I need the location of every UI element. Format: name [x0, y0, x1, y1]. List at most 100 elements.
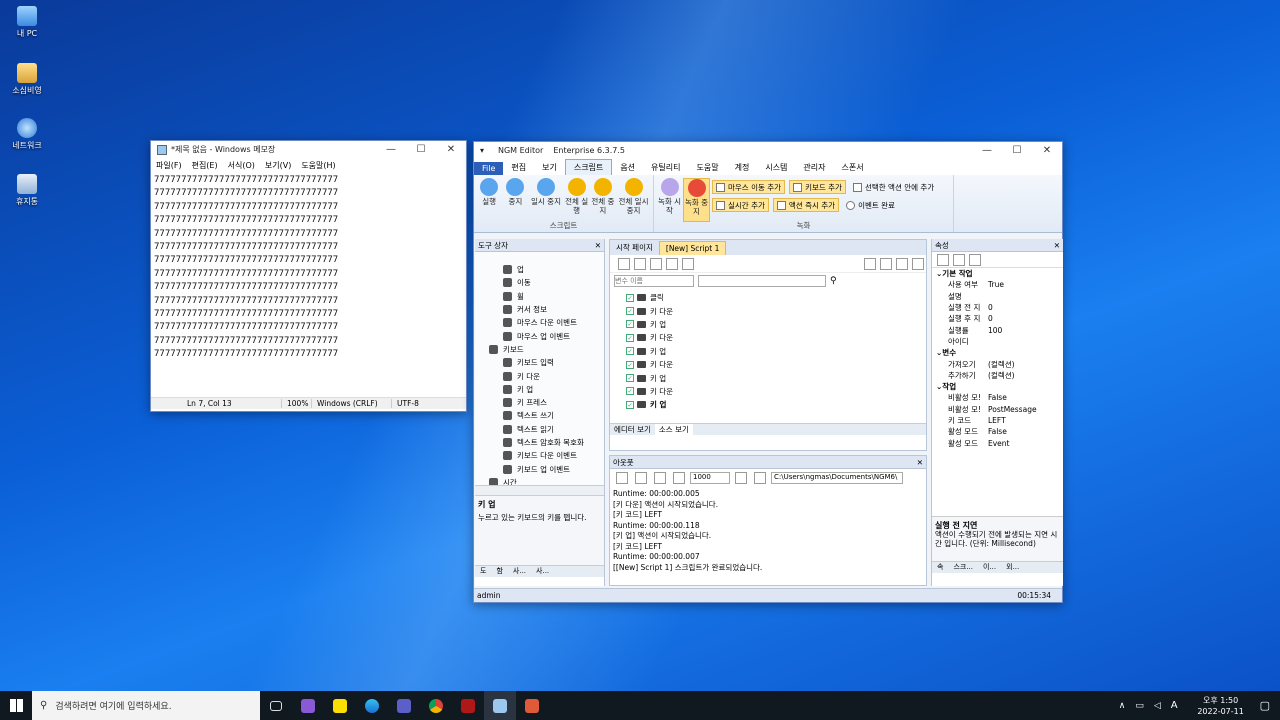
property-row[interactable]: 가져오기 (컬렉션) [932, 358, 1063, 369]
log-path-field[interactable]: C:\Users\ngmas\Documents\NGM6\ [771, 472, 903, 484]
property-row[interactable]: 실행 전 지 0 [932, 302, 1063, 313]
property-row[interactable]: 사용 여부 True [932, 279, 1063, 290]
add-in-selected-chip[interactable]: 선택한 액션 안에 추가 [850, 180, 937, 194]
search-icon[interactable]: ⚲ [830, 276, 837, 286]
taskbar-chrome[interactable] [420, 691, 452, 720]
menu-help[interactable]: 도움말(H) [296, 160, 340, 171]
step-icon[interactable] [666, 257, 678, 270]
taskbar-app[interactable] [516, 691, 548, 720]
stop-all-button[interactable]: 전체 중지 [590, 178, 616, 222]
bottom-tab[interactable]: 사... [508, 566, 531, 577]
taskbar-visual-studio[interactable] [292, 691, 324, 720]
variable-value-input[interactable] [698, 275, 826, 287]
task-view-button[interactable] [260, 691, 292, 720]
action-row[interactable]: ✓ 클릭 [626, 291, 926, 304]
toolbox-item[interactable]: 키보드 다운 이벤트 [503, 449, 604, 462]
tab-script[interactable]: 스크립트 [564, 159, 613, 175]
delete-icon[interactable] [880, 257, 892, 270]
taskbar-clock[interactable]: 오후 1:50 2022-07-11 [1192, 695, 1250, 717]
property-category[interactable]: ⌄ 작업 [932, 381, 1063, 392]
tab-start-page[interactable]: 시작 페이지 [610, 240, 659, 255]
bottom-tab[interactable]: 이... [978, 562, 1001, 573]
menu-format[interactable]: 서식(O) [223, 160, 260, 171]
tab-source-view[interactable]: 소스 보기 [654, 424, 693, 435]
sort-alpha-icon[interactable] [953, 253, 965, 266]
tray-ime-indicator[interactable]: A [1171, 700, 1178, 711]
variable-name-select[interactable] [614, 275, 694, 287]
tab-file[interactable]: File [474, 162, 504, 175]
property-row[interactable]: 아이디 [932, 336, 1063, 347]
event-complete-chip[interactable]: 이벤트 완료 [843, 198, 898, 212]
tab-view[interactable]: 보기 [534, 160, 565, 175]
property-category[interactable]: ⌄ 변수 [932, 347, 1063, 358]
action-checkbox[interactable]: ✓ [626, 400, 634, 409]
bottom-tab[interactable]: 외... [1001, 562, 1024, 573]
menu-view[interactable]: 보기(V) [260, 160, 296, 171]
close-button[interactable]: ✕ [436, 141, 466, 158]
run-button[interactable]: 실행 [476, 178, 502, 222]
property-row[interactable]: 키 코드 LEFT [932, 415, 1063, 426]
add-action-now-chip[interactable]: 액션 즉시 추가 [772, 198, 840, 212]
add-mouse-move-chip[interactable]: 마우스 이동 추가 [712, 180, 786, 194]
record-stop-button[interactable]: 녹화 중지 [683, 178, 710, 222]
bottom-tab[interactable]: 도 [475, 566, 491, 577]
property-value[interactable]: Event [988, 439, 1010, 448]
action-row[interactable]: ✓ 키 다운 [626, 358, 926, 371]
tree-icon[interactable] [912, 257, 924, 270]
property-category[interactable]: ⌄ 기본 작업 [932, 268, 1063, 279]
record-start-button[interactable]: 녹화 시작 [656, 178, 683, 222]
tab-edit[interactable]: 편집 [503, 160, 534, 175]
action-checkbox[interactable]: ✓ [626, 333, 634, 342]
tab-options[interactable]: 옵션 [612, 160, 643, 175]
maximize-button[interactable]: ☐ [406, 141, 436, 158]
close-icon[interactable]: ✕ [917, 458, 923, 467]
categorized-icon[interactable] [937, 253, 949, 266]
toolbox-item[interactable]: 텍스트 읽기 [503, 423, 604, 436]
folder-icon[interactable] [754, 472, 766, 484]
check-icon[interactable] [864, 257, 876, 270]
action-checkbox[interactable]: ✓ [626, 374, 634, 383]
action-row[interactable]: ✓ 키 업 [626, 398, 926, 411]
tab-utility[interactable]: 유틸리티 [643, 160, 688, 175]
pause-button[interactable]: 일시 중지 [529, 178, 564, 222]
close-icon[interactable]: ✕ [595, 241, 601, 250]
bottom-tab[interactable]: 속 [932, 562, 948, 573]
property-value[interactable]: PostMessage [988, 405, 1037, 414]
toolbox-item[interactable]: 커서 정보 [503, 303, 604, 316]
property-pages-icon[interactable] [969, 253, 981, 266]
property-value[interactable]: 0 [988, 314, 993, 323]
list-icon[interactable] [654, 472, 666, 484]
stop-icon[interactable] [650, 257, 662, 270]
tab-admin[interactable]: 관리자 [795, 160, 833, 175]
toolbox-item[interactable]: 키 프레스 [503, 396, 604, 409]
taskbar-edge[interactable] [356, 691, 388, 720]
tab-script-1[interactable]: [New] Script 1 [658, 241, 727, 255]
action-checkbox[interactable]: ✓ [626, 307, 634, 316]
action-row[interactable]: ✓ 키 다운 [626, 331, 926, 344]
notification-icon[interactable]: ▢ [1260, 699, 1270, 712]
close-button[interactable]: ✕ [1032, 142, 1062, 159]
stop-button[interactable]: 중지 [502, 178, 528, 222]
search-icon[interactable] [896, 257, 908, 270]
property-value[interactable]: LEFT [988, 416, 1006, 425]
minimize-button[interactable]: — [376, 141, 406, 158]
toolbox-item[interactable]: 키 다운 [503, 369, 604, 382]
tab-account[interactable]: 계정 [727, 160, 758, 175]
toolbox-item[interactable]: 키보드 [489, 343, 604, 356]
minimize-button[interactable]: — [972, 142, 1002, 159]
action-checkbox[interactable]: ✓ [626, 347, 634, 356]
toolbox-item[interactable]: 시간 [489, 476, 604, 485]
property-row[interactable]: 비활성 모! False [932, 392, 1063, 403]
taskbar-teams[interactable] [388, 691, 420, 720]
property-row[interactable]: 실행 후 지 0 [932, 313, 1063, 324]
taskbar-ngm[interactable] [452, 691, 484, 720]
toolbox-item[interactable]: 휠 [503, 290, 604, 303]
property-row[interactable]: 설명 [932, 291, 1063, 302]
action-row[interactable]: ✓ 키 다운 [626, 304, 926, 317]
action-checkbox[interactable]: ✓ [626, 293, 634, 302]
taskbar-notepad[interactable] [484, 691, 516, 720]
bottom-tab[interactable]: 스크... [948, 562, 978, 573]
tab-sponsor[interactable]: 스폰서 [834, 160, 872, 175]
add-realtime-chip[interactable]: 실시간 추가 [712, 198, 769, 212]
record-icon[interactable] [682, 257, 694, 270]
